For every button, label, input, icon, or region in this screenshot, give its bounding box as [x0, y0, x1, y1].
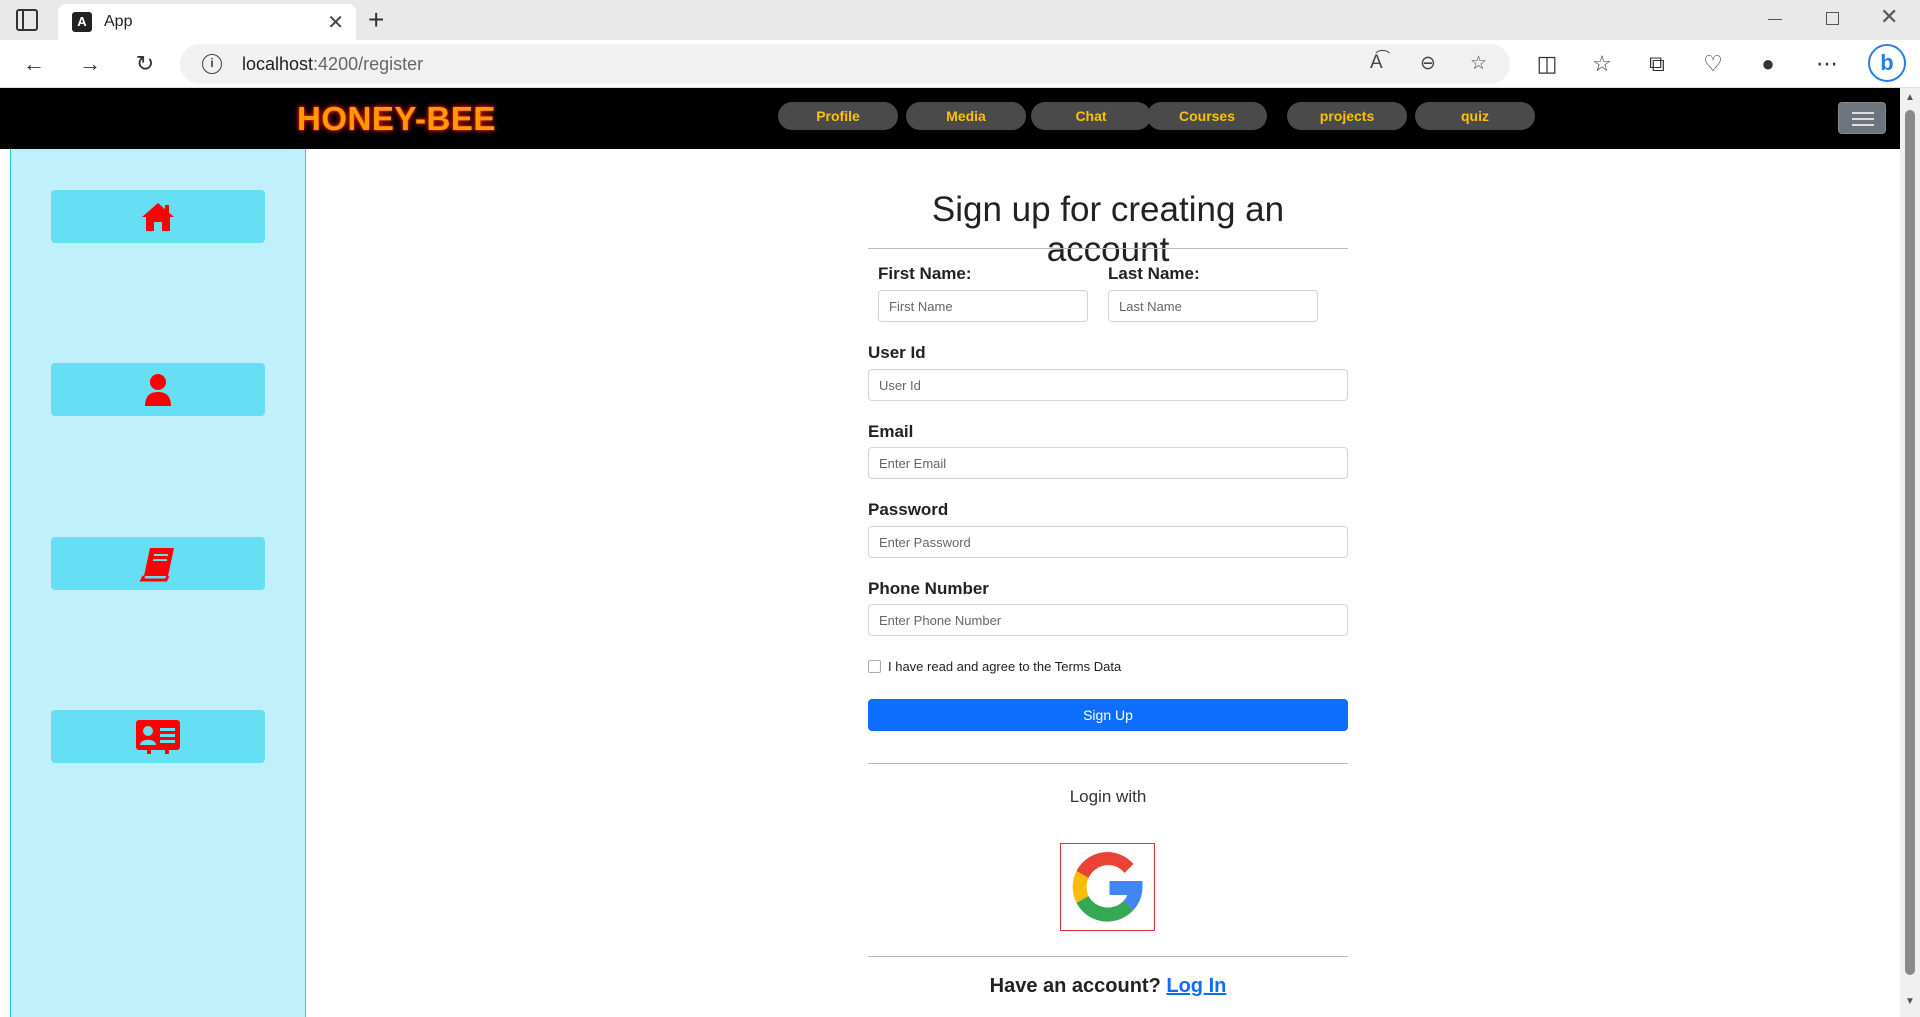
- browser-toolbar: ← → ↻ i localhost:4200/register A͡ ⊖ ☆ ◫…: [0, 40, 1920, 88]
- user-id-label: User Id: [868, 343, 926, 362]
- favorite-star-icon[interactable]: ☆: [1470, 52, 1487, 75]
- sidebar-profile-button[interactable]: [51, 363, 265, 416]
- refresh-icon[interactable]: ↻: [131, 50, 159, 78]
- sidebar: [10, 149, 306, 1017]
- first-name-label: First Name:: [878, 264, 972, 283]
- nav-media[interactable]: Media: [906, 102, 1026, 130]
- forward-icon[interactable]: →: [76, 50, 104, 78]
- password-label: Password: [868, 500, 949, 519]
- page-title: Sign up for creating an account: [931, 190, 1285, 269]
- email-input[interactable]: [868, 447, 1348, 479]
- angular-favicon-icon: A: [72, 12, 92, 32]
- browser-tab-bar: A App ✕ + ✕: [0, 0, 1920, 40]
- app-navbar: HONEY-BEE Profile Media Chat Courses pro…: [0, 88, 1900, 149]
- sidebar-home-button[interactable]: [51, 190, 265, 243]
- menu-toggle-button[interactable]: [1838, 102, 1886, 134]
- browser-essentials-icon[interactable]: ♡: [1699, 50, 1727, 78]
- tab-title: App: [104, 13, 133, 30]
- nav-profile[interactable]: Profile: [778, 102, 898, 130]
- tab-actions-icon[interactable]: [16, 9, 38, 31]
- id-card-icon: [136, 719, 180, 754]
- terms-checkbox[interactable]: [868, 660, 881, 673]
- page-scrollbar[interactable]: ▲ ▼: [1900, 88, 1920, 1017]
- new-tab-icon[interactable]: +: [368, 4, 384, 36]
- google-login-button[interactable]: [1060, 843, 1155, 931]
- last-name-input[interactable]: [1108, 290, 1318, 322]
- zoom-out-icon[interactable]: ⊖: [1420, 52, 1436, 75]
- scroll-down-icon[interactable]: ▼: [1905, 996, 1915, 1007]
- profile-icon[interactable]: ●: [1754, 50, 1782, 78]
- google-icon: [1072, 852, 1143, 922]
- phone-label: Phone Number: [868, 579, 989, 598]
- site-info-icon[interactable]: i: [202, 54, 222, 74]
- favorites-icon[interactable]: ☆: [1588, 50, 1616, 78]
- brand-logo[interactable]: HONEY-BEE: [297, 100, 496, 138]
- sidebar-courses-button[interactable]: [51, 537, 265, 590]
- bing-copilot-icon[interactable]: b: [1868, 44, 1906, 82]
- nav-quiz[interactable]: quiz: [1415, 102, 1535, 130]
- more-icon[interactable]: ⋯: [1813, 50, 1841, 78]
- login-with-text: Login with: [1069, 787, 1147, 806]
- divider: [868, 248, 1348, 249]
- login-link[interactable]: Log In: [1166, 975, 1226, 997]
- nav-courses[interactable]: Courses: [1147, 102, 1267, 130]
- email-label: Email: [868, 422, 914, 441]
- browser-tab[interactable]: A App ✕: [58, 4, 356, 40]
- sign-up-button[interactable]: Sign Up: [868, 699, 1348, 731]
- terms-label[interactable]: I have read and agree to the Terms Data: [888, 659, 1121, 674]
- restore-icon[interactable]: [1826, 12, 1839, 25]
- scrollbar-thumb[interactable]: [1905, 110, 1915, 975]
- back-icon[interactable]: ←: [20, 50, 48, 78]
- window-close-icon[interactable]: ✕: [1880, 4, 1898, 30]
- collections-icon[interactable]: ⧉: [1643, 50, 1671, 78]
- nav-chat[interactable]: Chat: [1031, 102, 1151, 130]
- scroll-up-icon[interactable]: ▲: [1905, 92, 1915, 103]
- book-icon: [139, 547, 174, 581]
- user-id-input[interactable]: [868, 369, 1348, 401]
- split-screen-icon[interactable]: ◫: [1533, 50, 1561, 78]
- read-aloud-icon[interactable]: A͡: [1370, 52, 1383, 74]
- first-name-input[interactable]: [878, 290, 1088, 322]
- address-bar[interactable]: i localhost:4200/register A͡ ⊖ ☆: [180, 44, 1510, 84]
- user-icon: [145, 373, 171, 406]
- have-account-row: Have an account? Log In: [868, 975, 1348, 998]
- nav-projects[interactable]: projects: [1287, 102, 1407, 130]
- divider: [868, 763, 1348, 764]
- tab-close-icon[interactable]: ✕: [327, 10, 344, 35]
- last-name-label: Last Name:: [1108, 264, 1200, 283]
- divider: [868, 956, 1348, 957]
- phone-input[interactable]: [868, 604, 1348, 636]
- password-input[interactable]: [868, 526, 1348, 558]
- address-url[interactable]: localhost:4200/register: [242, 54, 423, 75]
- have-account-text: Have an account?: [989, 975, 1161, 997]
- minimize-icon[interactable]: [1768, 19, 1782, 20]
- home-icon: [142, 202, 174, 231]
- sidebar-contact-button[interactable]: [51, 710, 265, 763]
